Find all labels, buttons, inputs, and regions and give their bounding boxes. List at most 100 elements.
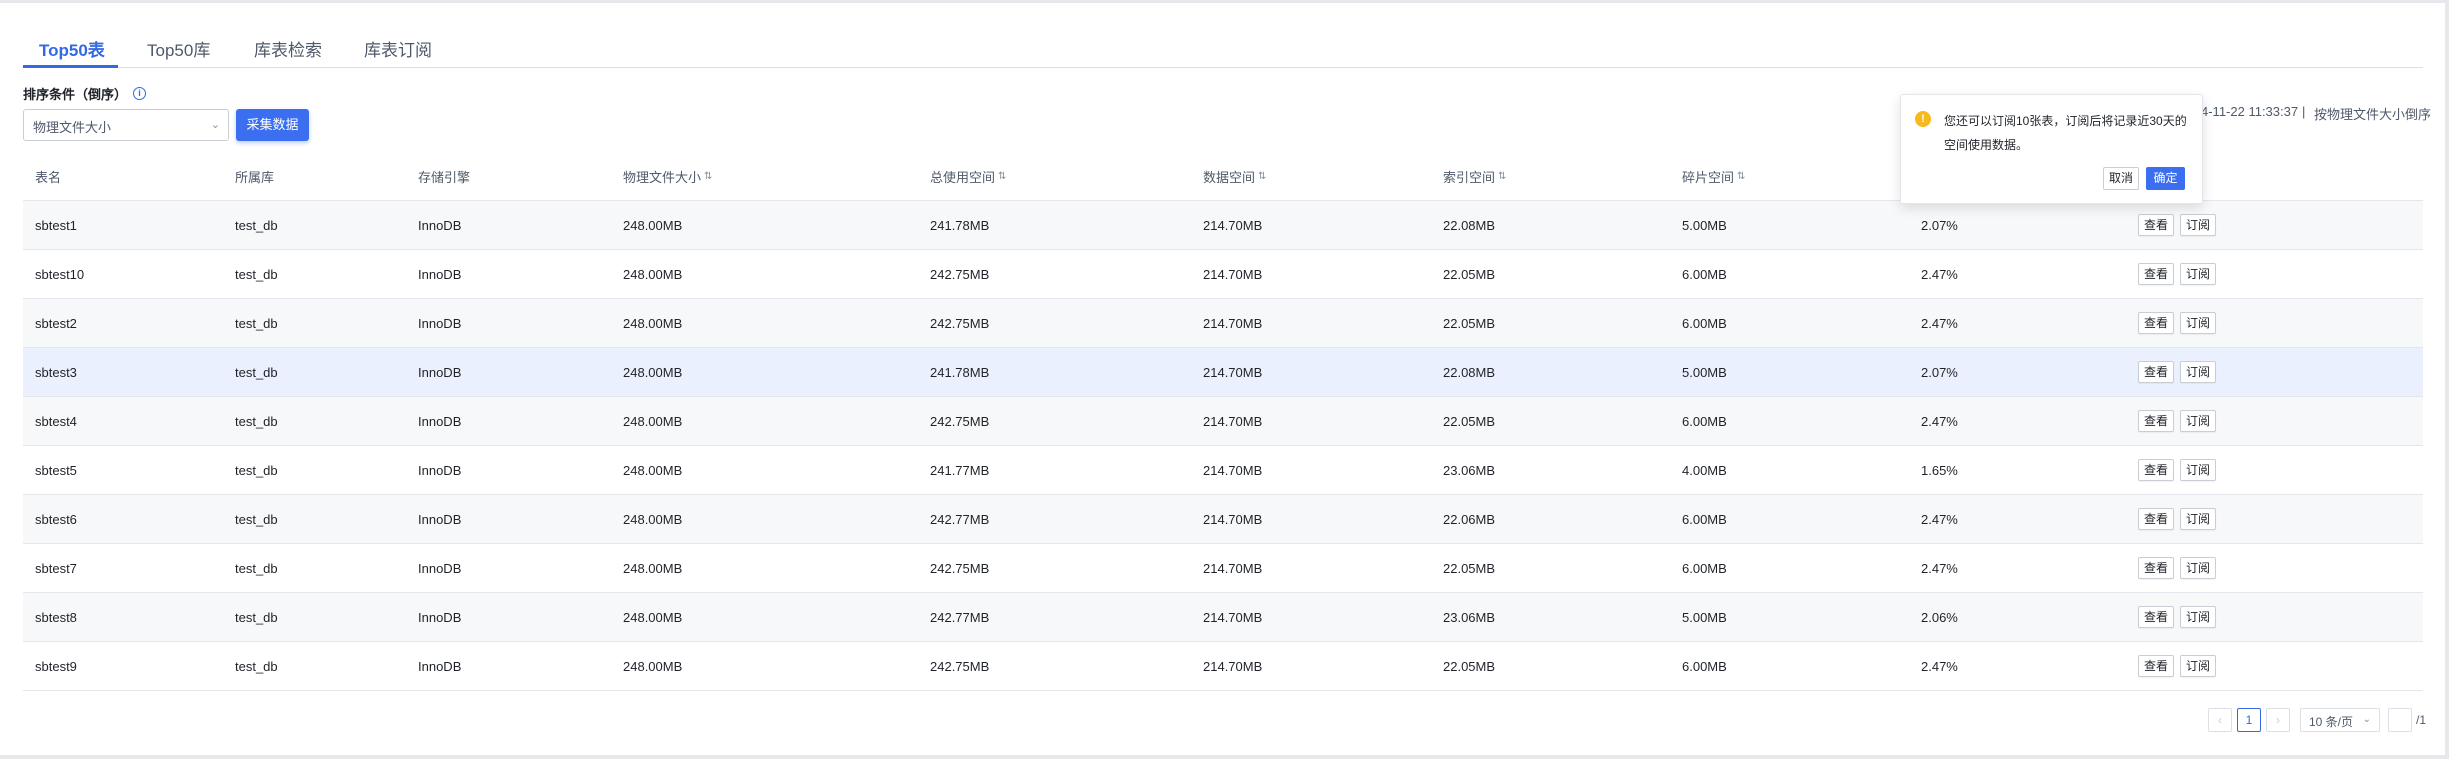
sort-label-text: 排序条件（倒序）: [23, 87, 128, 102]
column-header[interactable]: 碎片空间 ⇅: [1682, 153, 1745, 200]
row-actions: 查看 订阅: [2138, 544, 2222, 592]
table-cell: 242.75MB: [930, 266, 990, 282]
chevron-down-icon: ⌄: [210, 119, 220, 131]
table-cell: 22.08MB: [1443, 364, 1496, 380]
table-cell: test_db: [235, 609, 278, 625]
table-cell: 1.65%: [1921, 462, 1958, 478]
table-cell: 248.00MB: [623, 217, 683, 233]
page-size-select[interactable]: 10 条/页 ⌄: [2300, 708, 2380, 732]
row-actions: 查看 订阅: [2138, 397, 2222, 445]
table-cell: InnoDB: [418, 609, 462, 625]
tab-bar: Top50表 Top50库 库表检索 库表订阅: [23, 28, 2423, 68]
view-button[interactable]: 查看: [2138, 606, 2174, 628]
sort-condition-label: 排序条件（倒序） i: [23, 84, 147, 103]
tab-table-search[interactable]: 库表检索: [254, 36, 322, 61]
subscribe-button[interactable]: 订阅: [2180, 459, 2216, 481]
table-row: sbtest7 test_db InnoDB 248.00MB 242.75MB 214.…: [23, 544, 2423, 593]
table-cell: 241.78MB: [930, 217, 990, 233]
table-cell: sbtest8: [35, 609, 77, 625]
subscribe-button[interactable]: 订阅: [2180, 508, 2216, 530]
column-header[interactable]: 数据空间 ⇅: [1203, 153, 1266, 200]
view-button[interactable]: 查看: [2138, 263, 2174, 285]
view-button[interactable]: 查看: [2138, 655, 2174, 677]
tab-top50-tables[interactable]: Top50表: [39, 36, 105, 61]
table-cell: InnoDB: [418, 511, 462, 527]
table-cell: 248.00MB: [623, 609, 683, 625]
table-cell: 214.70MB: [1203, 658, 1263, 674]
table-cell: 4.00MB: [1682, 462, 1727, 478]
table-cell: InnoDB: [418, 658, 462, 674]
tab-table-subscription[interactable]: 库表订阅: [364, 36, 432, 61]
collect-time: 4-11-22 11:33:37: [2201, 104, 2299, 119]
column-header[interactable]: 总使用空间 ⇅: [930, 153, 1006, 200]
tab-top50-databases[interactable]: Top50库: [147, 36, 210, 61]
table-cell: 6.00MB: [1682, 266, 1727, 282]
popconfirm-ok-button[interactable]: 确定: [2146, 167, 2185, 190]
view-button[interactable]: 查看: [2138, 557, 2174, 579]
table-cell: sbtest3: [35, 364, 77, 380]
view-button[interactable]: 查看: [2138, 459, 2174, 481]
table-cell: 242.77MB: [930, 511, 990, 527]
subscribe-button[interactable]: 订阅: [2180, 312, 2216, 334]
popconfirm-cancel-button[interactable]: 取消: [2103, 167, 2139, 190]
table-cell: test_db: [235, 315, 278, 331]
page-jump-input[interactable]: [2388, 708, 2412, 732]
column-header-label: 总使用空间: [930, 170, 996, 185]
view-button[interactable]: 查看: [2138, 410, 2174, 432]
sort-select[interactable]: 物理文件大小 ⌄: [23, 109, 229, 141]
table-cell: 22.05MB: [1443, 560, 1496, 576]
table-cell: test_db: [235, 266, 278, 282]
page-size-value: 10 条/页: [2309, 715, 2354, 729]
view-button[interactable]: 查看: [2138, 214, 2174, 236]
subscribe-button[interactable]: 订阅: [2180, 557, 2216, 579]
table-cell: 2.06%: [1921, 609, 1958, 625]
subscribe-button[interactable]: 订阅: [2180, 655, 2216, 677]
table-cell: 214.70MB: [1203, 315, 1263, 331]
column-header-label: 所属库: [235, 170, 275, 185]
subscribe-button[interactable]: 订阅: [2180, 606, 2216, 628]
table-row: sbtest5 test_db InnoDB 248.00MB 241.77MB 214.…: [23, 446, 2423, 495]
collect-data-button[interactable]: 采集数据: [236, 109, 309, 141]
sort-icon[interactable]: ⇅: [1737, 171, 1745, 182]
table-cell: sbtest2: [35, 315, 77, 331]
table-cell: 5.00MB: [1682, 609, 1727, 625]
table-cell: 242.75MB: [930, 413, 990, 429]
next-page-button[interactable]: ›: [2266, 708, 2290, 732]
info-icon[interactable]: i: [133, 87, 147, 100]
view-button[interactable]: 查看: [2138, 361, 2174, 383]
table-cell: 214.70MB: [1203, 609, 1263, 625]
subscribe-button[interactable]: 订阅: [2180, 214, 2216, 236]
sort-icon[interactable]: ⇅: [704, 171, 712, 182]
subscribe-button[interactable]: 订阅: [2180, 263, 2216, 285]
table-cell: InnoDB: [418, 462, 462, 478]
row-actions: 查看 订阅: [2138, 642, 2222, 690]
table-cell: 5.00MB: [1682, 217, 1727, 233]
page-number-current[interactable]: 1: [2237, 708, 2261, 732]
table-cell: 214.70MB: [1203, 217, 1263, 233]
view-button[interactable]: 查看: [2138, 312, 2174, 334]
table-cell: 2.47%: [1921, 560, 1958, 576]
sort-icon[interactable]: ⇅: [1498, 171, 1506, 182]
table-cell: test_db: [235, 413, 278, 429]
row-actions: 查看 订阅: [2138, 495, 2222, 543]
table-cell: 6.00MB: [1682, 560, 1727, 576]
subscribe-button[interactable]: 订阅: [2180, 361, 2216, 383]
table-cell: test_db: [235, 511, 278, 527]
pagination: ‹ 1 › 10 条/页 ⌄ /1: [2208, 708, 2426, 732]
table-cell: sbtest5: [35, 462, 77, 478]
table-row: sbtest3 test_db InnoDB 248.00MB 241.78MB 214.…: [23, 348, 2423, 397]
prev-page-button[interactable]: ‹: [2208, 708, 2232, 732]
column-header[interactable]: 索引空间 ⇅: [1443, 153, 1506, 200]
view-button[interactable]: 查看: [2138, 508, 2174, 530]
sort-icon[interactable]: ⇅: [1258, 171, 1266, 182]
table-cell: test_db: [235, 560, 278, 576]
table-cell: 242.75MB: [930, 658, 990, 674]
table-cell: 22.06MB: [1443, 511, 1496, 527]
sort-icon[interactable]: ⇅: [998, 171, 1006, 182]
column-header-label: 数据空间: [1203, 170, 1256, 185]
column-header[interactable]: 物理文件大小 ⇅: [623, 153, 712, 200]
subscribe-button[interactable]: 订阅: [2180, 410, 2216, 432]
table-row: sbtest1 test_db InnoDB 248.00MB 241.78MB 214.…: [23, 201, 2423, 250]
table-cell: 214.70MB: [1203, 364, 1263, 380]
table-cell: 22.08MB: [1443, 217, 1496, 233]
